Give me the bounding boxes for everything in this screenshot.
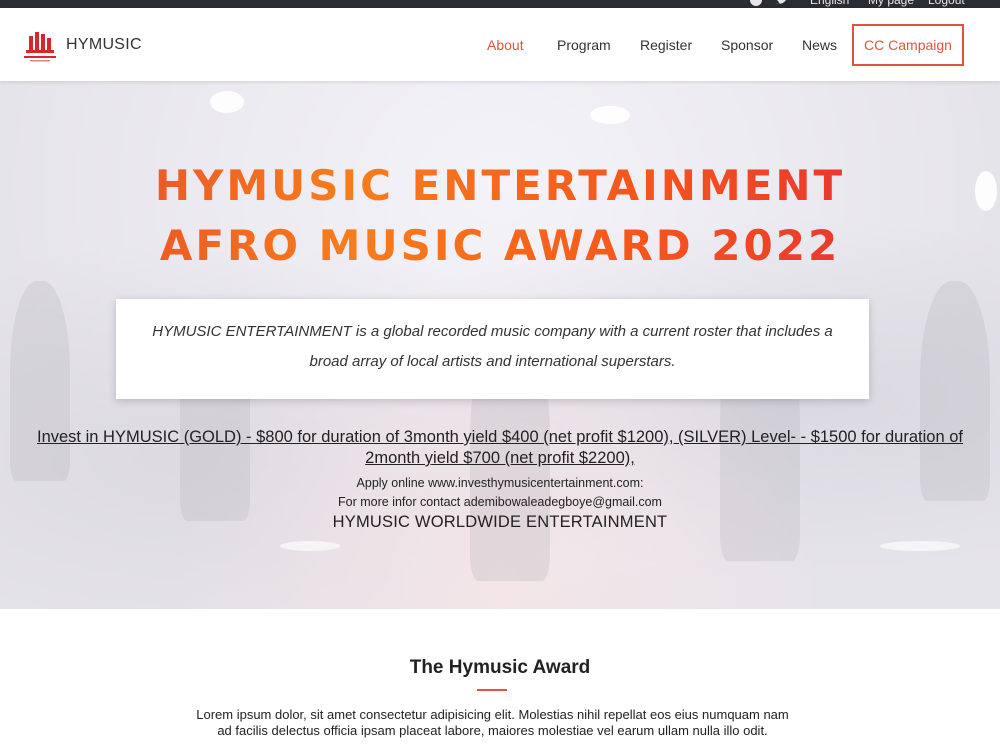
- my-page-link[interactable]: My page: [868, 0, 914, 8]
- nav-news[interactable]: News: [802, 24, 837, 66]
- light-sparkle: [210, 91, 244, 113]
- hero-title-line2: AFRO MUSIC AWARD 2022: [0, 221, 1000, 270]
- logout-link[interactable]: Logout: [928, 0, 965, 8]
- invest-link[interactable]: Invest in HYMUSIC (GOLD) - $800 for dura…: [20, 427, 980, 469]
- intro-text: HYMUSIC ENTERTAINMENT is a global record…: [152, 323, 833, 370]
- main-nav: About Program Register Sponsor News CC C…: [0, 24, 1000, 66]
- facebook-icon[interactable]: [750, 0, 762, 6]
- hero-title-line1: HYMUSIC ENTERTAINMENT: [0, 161, 1000, 210]
- hero-section: HYMUSIC ENTERTAINMENT AFRO MUSIC AWARD 2…: [0, 81, 1000, 609]
- nav-sponsor[interactable]: Sponsor: [721, 24, 773, 66]
- section-body-text: Lorem ipsum dolor, sit amet consectetur …: [196, 707, 789, 738]
- nav-register[interactable]: Register: [640, 24, 692, 66]
- contact-text: For more infor contact ademibowaleadegbo…: [338, 495, 662, 509]
- section-divider: [477, 689, 507, 691]
- light-sparkle: [880, 541, 960, 551]
- language-selector[interactable]: English: [810, 0, 849, 8]
- nav-about[interactable]: About: [487, 24, 524, 66]
- nav-cc-campaign-button[interactable]: CC Campaign: [852, 24, 964, 66]
- light-sparkle: [280, 541, 340, 551]
- twitter-icon[interactable]: [776, 0, 788, 5]
- light-sparkle: [590, 106, 630, 124]
- worldwide-tagline: HYMUSIC WORLDWIDE ENTERTAINMENT: [332, 513, 668, 531]
- intro-card: HYMUSIC ENTERTAINMENT is a global record…: [116, 299, 869, 399]
- site-header: HYMUSIC About Program Register Sponsor N…: [0, 8, 1000, 81]
- section-title: The Hymusic Award: [409, 657, 591, 678]
- apply-online-text: Apply online www.investhymusicentertainm…: [356, 476, 644, 490]
- top-utility-bar: English My page Logout: [0, 0, 1000, 8]
- nav-program[interactable]: Program: [557, 24, 611, 66]
